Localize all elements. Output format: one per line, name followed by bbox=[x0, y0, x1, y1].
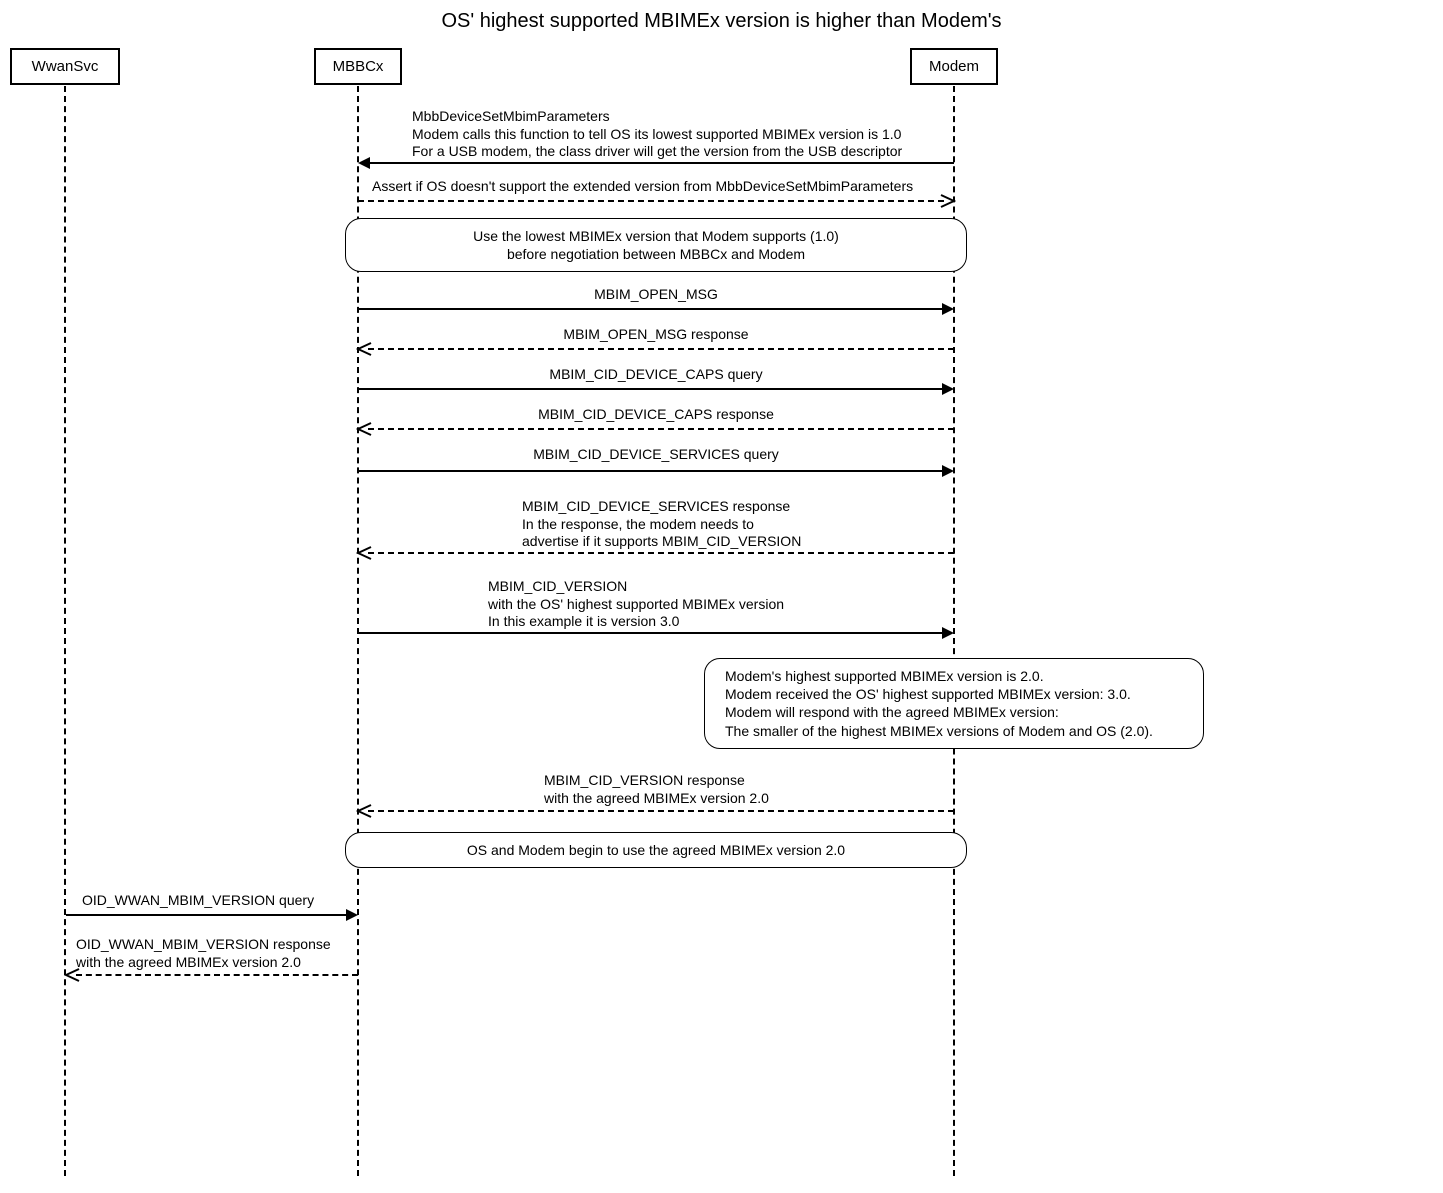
msg-label: MBIM_CID_DEVICE_CAPS query bbox=[358, 366, 954, 384]
msg-label: MBIM_CID_VERSION response with the agree… bbox=[544, 772, 769, 807]
actor-wwansvc: WwanSvc bbox=[10, 48, 120, 85]
msg-mbim-open: MBIM_OPEN_MSG bbox=[358, 286, 954, 310]
msg-device-caps-response: MBIM_CID_DEVICE_CAPS response bbox=[358, 406, 954, 430]
msg-assert: Assert if OS doesn't support the extende… bbox=[358, 178, 954, 202]
msg-label: MBIM_CID_VERSION with the OS' highest su… bbox=[488, 578, 784, 631]
msg-label: MbbDeviceSetMbimParameters Modem calls t… bbox=[412, 108, 902, 161]
msg-oid-query: OID_WWAN_MBIM_VERSION query bbox=[66, 892, 358, 916]
msg-label: OID_WWAN_MBIM_VERSION response with the … bbox=[76, 936, 331, 971]
msg-device-services-query: MBIM_CID_DEVICE_SERVICES query bbox=[358, 446, 954, 472]
msg-cid-version-response: MBIM_CID_VERSION response with the agree… bbox=[358, 772, 954, 812]
actor-mbbcx: MBBCx bbox=[314, 48, 402, 85]
msg-label: MBIM_CID_DEVICE_SERVICES response In the… bbox=[522, 498, 801, 551]
note-modem-version: Modem's highest supported MBIMEx version… bbox=[704, 658, 1204, 749]
actor-modem: Modem bbox=[910, 48, 998, 85]
note-lowest-version: Use the lowest MBIMEx version that Modem… bbox=[345, 218, 967, 272]
msg-mbbdevicesetmbimparameters: MbbDeviceSetMbimParameters Modem calls t… bbox=[358, 108, 954, 164]
msg-label: MBIM_OPEN_MSG response bbox=[358, 326, 954, 344]
note-begin-agreed-version: OS and Modem begin to use the agreed MBI… bbox=[345, 832, 967, 868]
diagram-title: OS' highest supported MBIMEx version is … bbox=[0, 10, 1443, 33]
msg-oid-response: OID_WWAN_MBIM_VERSION response with the … bbox=[66, 936, 358, 976]
msg-mbim-open-response: MBIM_OPEN_MSG response bbox=[358, 326, 954, 350]
msg-label: MBIM_OPEN_MSG bbox=[358, 286, 954, 304]
msg-device-caps-query: MBIM_CID_DEVICE_CAPS query bbox=[358, 366, 954, 390]
msg-label: MBIM_CID_DEVICE_CAPS response bbox=[358, 406, 954, 424]
msg-cid-version: MBIM_CID_VERSION with the OS' highest su… bbox=[358, 578, 954, 634]
msg-label: OID_WWAN_MBIM_VERSION query bbox=[82, 892, 314, 910]
msg-label: Assert if OS doesn't support the extende… bbox=[372, 178, 913, 196]
lifeline-wwansvc bbox=[64, 86, 66, 1176]
msg-device-services-response: MBIM_CID_DEVICE_SERVICES response In the… bbox=[358, 498, 954, 554]
msg-label: MBIM_CID_DEVICE_SERVICES query bbox=[358, 446, 954, 464]
